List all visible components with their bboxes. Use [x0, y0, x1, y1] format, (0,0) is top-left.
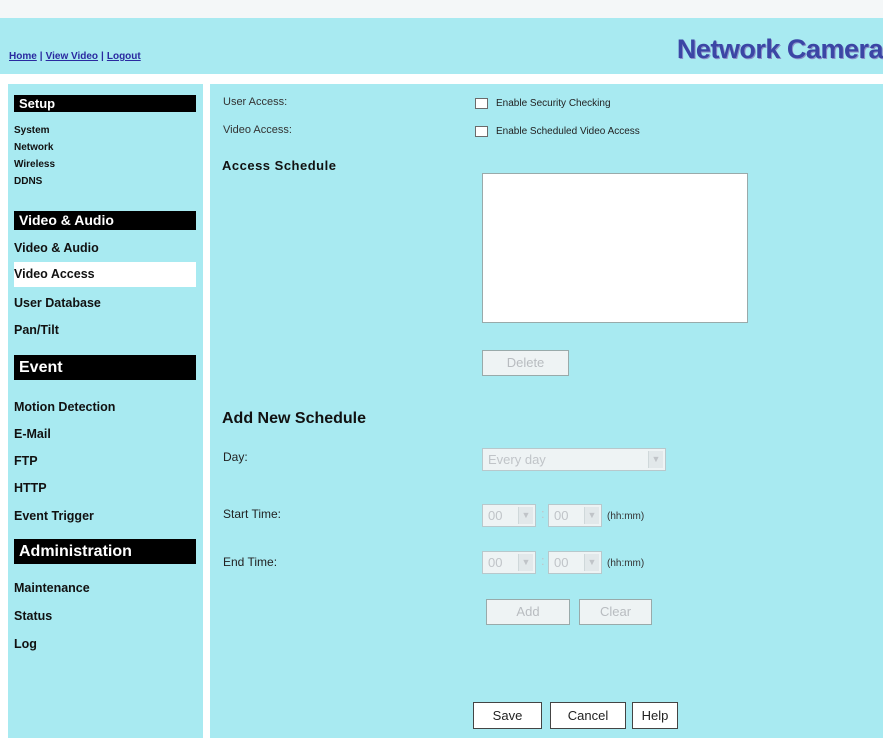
user-access-label: User Access:	[223, 96, 288, 108]
day-label: Day:	[223, 450, 248, 464]
chevron-down-icon: ▼	[518, 554, 533, 571]
end-minute-value: 00	[554, 555, 569, 570]
help-button[interactable]: Help	[632, 702, 678, 729]
end-hour-select[interactable]: 00 ▼	[482, 551, 536, 574]
save-button[interactable]: Save	[473, 702, 542, 729]
end-time-format: (hh:mm)	[607, 558, 645, 569]
sidebar-item-status[interactable]: Status	[14, 609, 52, 623]
start-hour-select[interactable]: 00 ▼	[482, 504, 536, 527]
brand-title: Network Camera	[676, 34, 883, 64]
sidebar-item-motion-detection[interactable]: Motion Detection	[14, 400, 115, 414]
sidebar-item-ddns[interactable]: DDNS	[14, 176, 42, 187]
sidebar-item-video-audio[interactable]: Video & Audio	[14, 241, 99, 255]
sidebar-item-system[interactable]: System	[14, 125, 50, 136]
sidebar-item-network[interactable]: Network	[14, 142, 53, 153]
chevron-down-icon: ▼	[518, 507, 533, 524]
sidebar-section-event: Event	[14, 355, 196, 380]
sidebar: Setup System Network Wireless DDNS Video…	[8, 84, 203, 738]
sidebar-section-administration: Administration	[14, 539, 196, 564]
nav-view-video-link[interactable]: View Video	[46, 51, 98, 62]
sidebar-item-maintenance[interactable]: Maintenance	[14, 581, 90, 595]
day-select[interactable]: Every day ▼	[482, 448, 666, 471]
access-schedule-list[interactable]	[482, 173, 748, 323]
sidebar-section-setup: Setup	[14, 95, 196, 112]
top-strip	[0, 0, 883, 18]
video-access-label: Video Access:	[223, 124, 292, 136]
add-button[interactable]: Add	[486, 599, 570, 625]
start-time-label: Start Time:	[223, 507, 282, 521]
sidebar-item-log[interactable]: Log	[14, 637, 37, 651]
end-hour-value: 00	[488, 555, 503, 570]
enable-security-checkbox[interactable]	[475, 98, 488, 109]
sidebar-item-user-database[interactable]: User Database	[14, 296, 101, 310]
header-divider	[0, 74, 883, 84]
sidebar-item-pan-tilt[interactable]: Pan/Tilt	[14, 323, 59, 337]
start-time-format: (hh:mm)	[607, 511, 645, 522]
enable-security-label: Enable Security Checking	[496, 98, 611, 109]
chevron-down-icon: ▼	[648, 451, 663, 468]
start-minute-value: 00	[554, 508, 569, 523]
nav-home-link[interactable]: Home	[9, 51, 37, 62]
enable-schedule-label: Enable Scheduled Video Access	[496, 126, 640, 137]
clear-button[interactable]: Clear	[579, 599, 652, 625]
end-minute-select[interactable]: 00 ▼	[548, 551, 602, 574]
header-bar: Home | View Video | Logout Network Camera	[0, 18, 883, 74]
sidebar-item-event-trigger[interactable]: Event Trigger	[14, 509, 94, 523]
day-select-value: Every day	[488, 452, 546, 467]
sidebar-item-http[interactable]: HTTP	[14, 481, 47, 495]
sidebar-item-video-access[interactable]: Video Access	[14, 262, 196, 287]
end-time-colon: :	[541, 553, 545, 568]
add-schedule-heading: Add New Schedule	[222, 410, 367, 427]
sidebar-item-ftp[interactable]: FTP	[14, 454, 38, 468]
sidebar-item-email[interactable]: E-Mail	[14, 427, 51, 441]
main-panel: User Access: Enable Security Checking Vi…	[210, 84, 883, 738]
access-schedule-heading: Access Schedule	[222, 158, 337, 173]
delete-button[interactable]: Delete	[482, 350, 569, 376]
start-minute-select[interactable]: 00 ▼	[548, 504, 602, 527]
start-hour-value: 00	[488, 508, 503, 523]
start-time-colon: :	[541, 506, 545, 521]
header-nav: Home | View Video | Logout	[9, 51, 141, 62]
chevron-down-icon: ▼	[584, 554, 599, 571]
sidebar-item-wireless[interactable]: Wireless	[14, 159, 55, 170]
enable-schedule-checkbox[interactable]	[475, 126, 488, 137]
sidebar-section-video-audio: Video & Audio	[14, 211, 196, 230]
chevron-down-icon: ▼	[584, 507, 599, 524]
end-time-label: End Time:	[223, 555, 278, 569]
nav-logout-link[interactable]: Logout	[107, 51, 141, 62]
cancel-button[interactable]: Cancel	[550, 702, 626, 729]
